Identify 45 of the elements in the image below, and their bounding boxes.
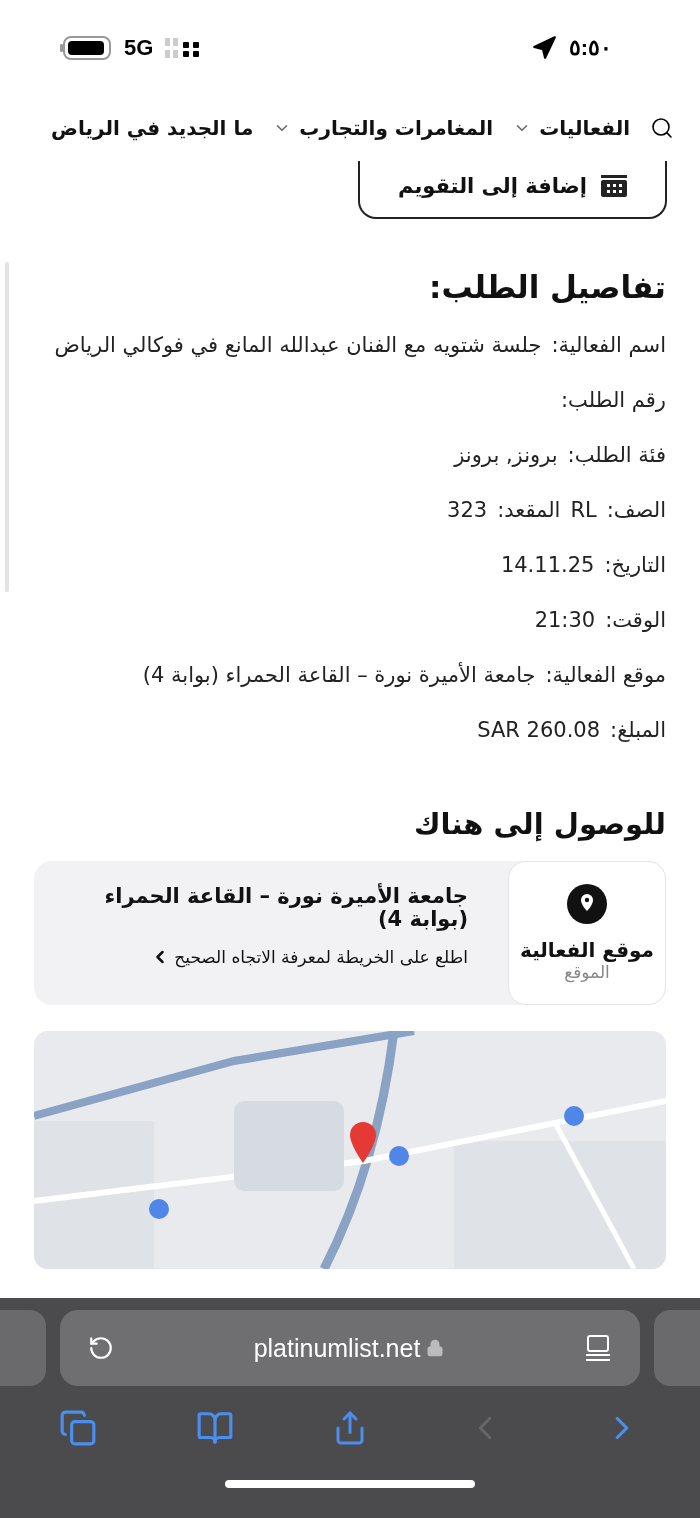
lock-icon xyxy=(426,1339,445,1357)
detail-label: اسم الفعالية: xyxy=(551,332,666,357)
detail-value: SAR 260.08 xyxy=(477,717,601,742)
detail-value: 21:30 xyxy=(534,607,596,632)
detail-label: التاريخ: xyxy=(604,552,666,577)
venue-card[interactable]: موقع الفعالية الموقع جامعة الأميرة نورة – القاعة الحمراء (بوابة 4) اطلع على الخريطة لمعرفة الاتجاه الصحيح xyxy=(34,861,666,1005)
section-heading: للوصول إلى هناك xyxy=(412,807,666,841)
tab-preview[interactable] xyxy=(0,1310,46,1386)
tile-title: موقع الفعالية xyxy=(520,938,654,962)
venue-name: جامعة الأميرة نورة – القاعة الحمراء (بوابة 4) xyxy=(103,885,468,932)
battery-icon xyxy=(60,35,112,60)
add-to-calendar-button[interactable]: إضافة إلى التقويم xyxy=(358,161,667,219)
location-pin-icon xyxy=(567,884,607,924)
detail-value: RL xyxy=(570,497,597,522)
nav-link[interactable]: الفعاليات xyxy=(513,116,630,140)
address-bar[interactable]: platinumlist.net xyxy=(60,1310,640,1386)
detail-label: رقم الطلب: xyxy=(561,387,666,412)
nav-link[interactable]: المغامرات والتجارب xyxy=(273,116,494,140)
detail-label: الصف: xyxy=(606,497,666,522)
section-heading: تفاصيل الطلب: xyxy=(428,269,666,305)
calendar-icon xyxy=(601,174,628,197)
detail-value: جامعة الأميرة نورة – القاعة الحمراء (بوابة 4) xyxy=(142,662,536,687)
detail-label: فئة الطلب: xyxy=(567,442,666,467)
detail-label: المقعد: xyxy=(497,497,561,522)
signal-icon xyxy=(165,35,202,60)
tabs-icon[interactable] xyxy=(59,1409,98,1447)
clock-time: ٥:٥٠ xyxy=(568,34,612,61)
reader-icon[interactable] xyxy=(584,1334,612,1362)
detail-value: 323 xyxy=(447,497,488,522)
detail-label: موقع الفعالية: xyxy=(545,662,666,687)
nav-link[interactable]: ما الجديد في الرياض xyxy=(51,116,254,140)
search-icon[interactable] xyxy=(650,116,674,140)
bookmarks-icon[interactable] xyxy=(195,1409,234,1447)
detail-value: برونز, برونز xyxy=(454,442,558,467)
reload-icon[interactable] xyxy=(88,1335,114,1361)
tab-preview[interactable] xyxy=(654,1310,700,1386)
network-label: 5G xyxy=(124,34,154,61)
detail-value: 14.11.25 xyxy=(500,552,595,577)
detail-label: الوقت: xyxy=(605,607,666,632)
url-text: platinumlist.net xyxy=(253,1333,421,1363)
location-icon xyxy=(530,34,557,61)
tile-subtitle: الموقع xyxy=(564,962,610,982)
map-link[interactable]: اطلع على الخريطة لمعرفة الاتجاه الصحيح xyxy=(54,947,468,968)
detail-value: جلسة شتويه مع الفنان عبدالله المانع في فوكالي الرياض xyxy=(54,332,542,357)
detail-label: المبلغ: xyxy=(610,717,666,742)
